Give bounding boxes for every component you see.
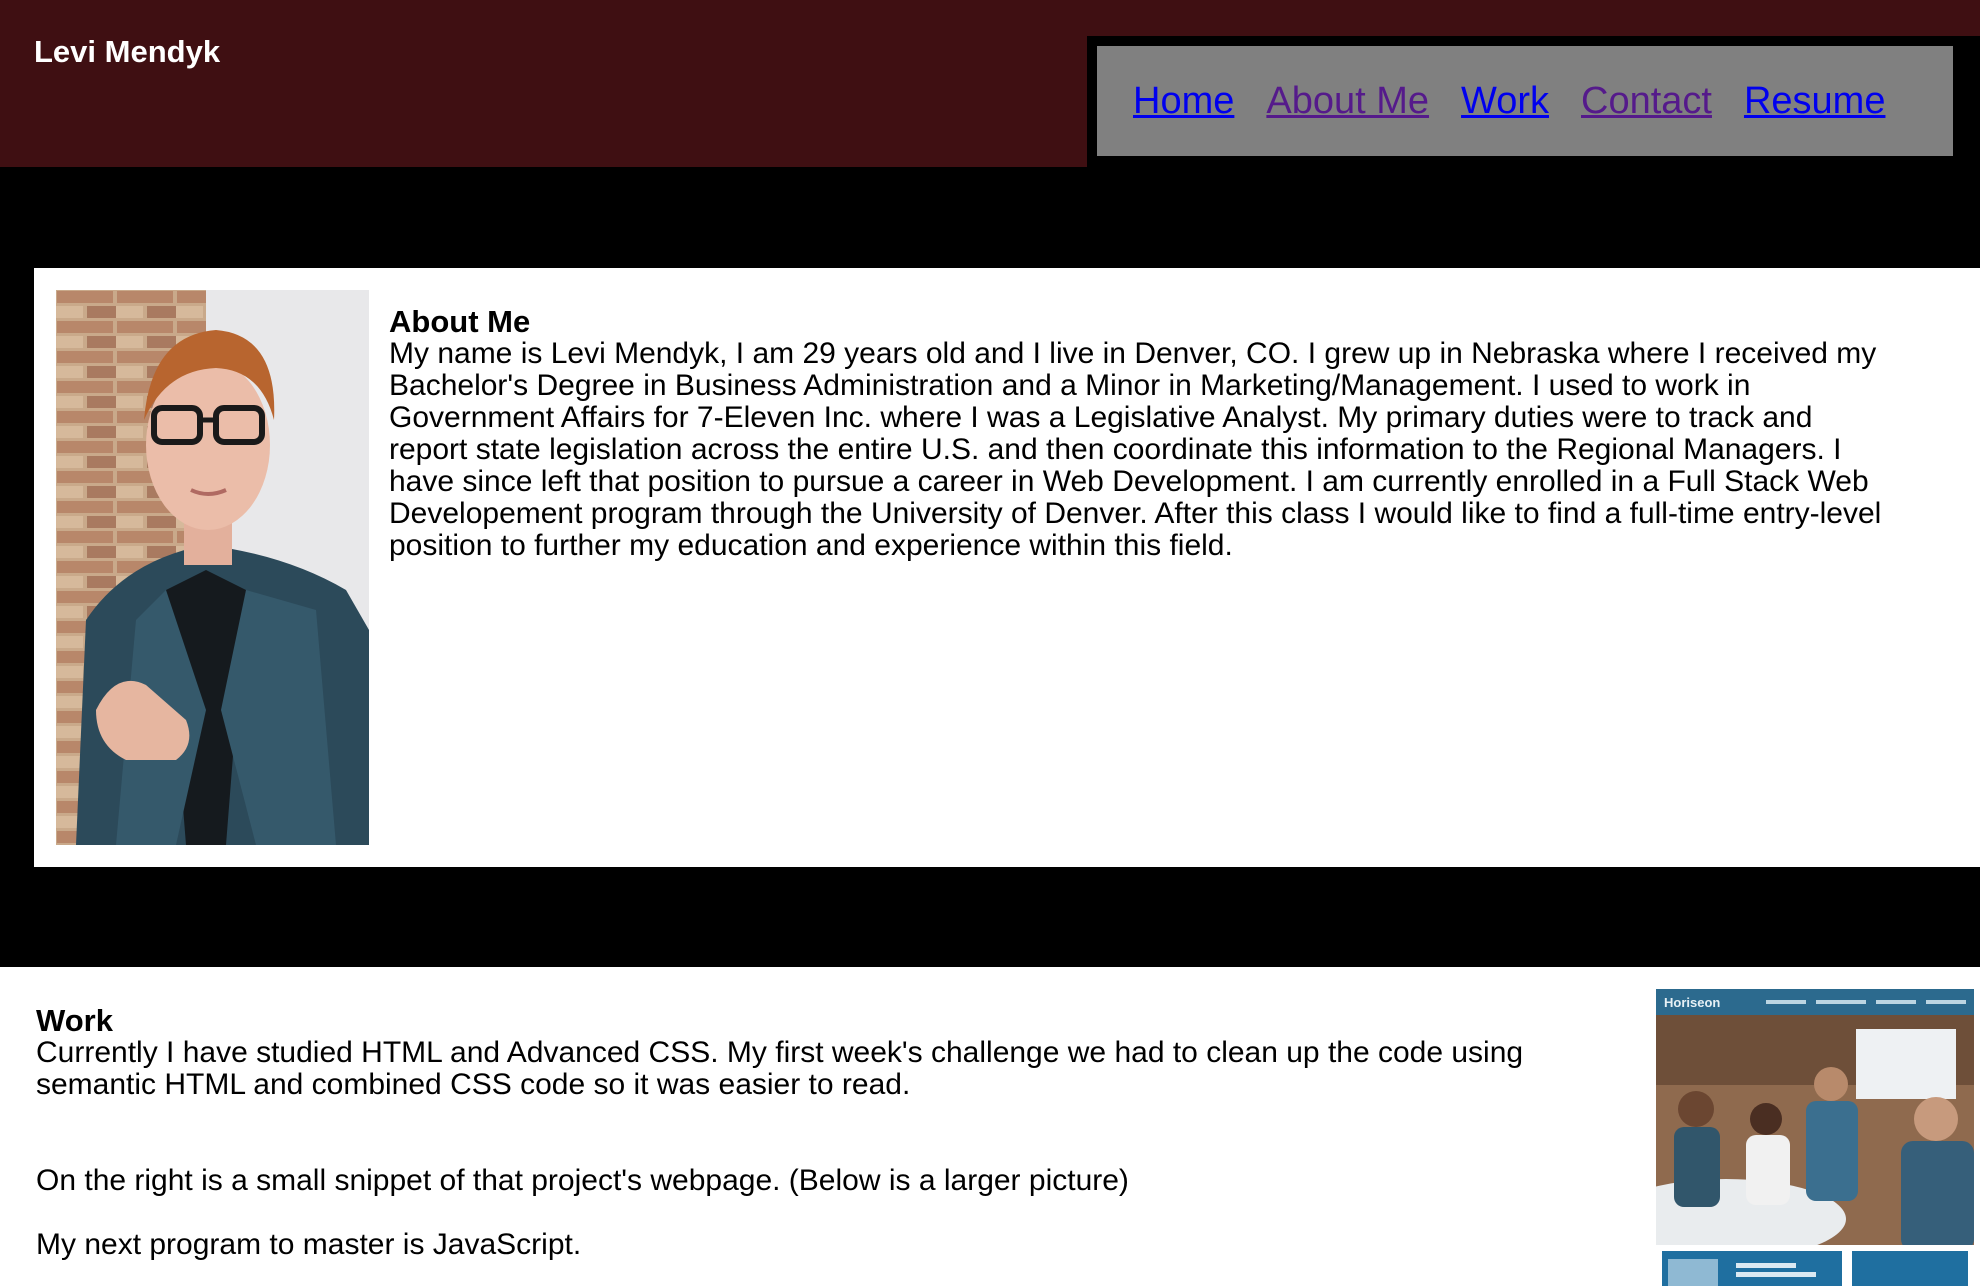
site-header: Levi Mendyk Home About Me Work Contact R… xyxy=(0,0,1980,167)
work-heading: Work xyxy=(36,1003,113,1038)
page: Levi Mendyk Home About Me Work Contact R… xyxy=(0,0,1980,1286)
work-paragraph-line: semantic HTML and combined CSS code so i… xyxy=(36,1068,911,1101)
about-line: My name is Levi Mendyk, I am 29 years ol… xyxy=(389,337,1877,370)
site-title: Levi Mendyk xyxy=(34,34,221,69)
about-line: have since left that position to pursue … xyxy=(389,465,1869,498)
nav-about-link[interactable]: About Me xyxy=(1266,79,1429,123)
about-line: position to further my education and exp… xyxy=(389,529,1233,562)
about-text-block: About Me My name is Levi Mendyk, I am 29… xyxy=(389,306,1980,562)
project-snippet-image: Horiseon xyxy=(1656,989,1974,1286)
nav-contact-link[interactable]: Contact xyxy=(1581,79,1712,123)
work-next-program: My next program to master is JavaScript. xyxy=(36,1228,582,1261)
main-nav: Home About Me Work Contact Resume xyxy=(1097,46,1953,156)
snippet-brand: Horiseon xyxy=(1664,995,1720,1010)
about-line: Bachelor's Degree in Business Administra… xyxy=(389,369,1751,402)
nav-work-link[interactable]: Work xyxy=(1461,79,1549,123)
about-line: report state legislation across the enti… xyxy=(389,433,1842,466)
nav-resume-link[interactable]: Resume xyxy=(1744,79,1886,123)
work-section: Work Currently I have studied HTML and A… xyxy=(36,1005,1636,1261)
about-heading: About Me xyxy=(389,304,531,339)
about-line: Developement program through the Univers… xyxy=(389,497,1882,530)
work-snippet-note: On the right is a small snippet of that … xyxy=(36,1164,1129,1197)
work-paragraph-line: Currently I have studied HTML and Advanc… xyxy=(36,1036,1524,1069)
profile-photo xyxy=(56,290,369,845)
about-line: Government Affairs for 7-Eleven Inc. whe… xyxy=(389,401,1813,434)
about-section: About Me My name is Levi Mendyk, I am 29… xyxy=(34,268,1980,867)
nav-home-link[interactable]: Home xyxy=(1133,79,1234,123)
nav-frame: Home About Me Work Contact Resume xyxy=(1087,36,1980,167)
